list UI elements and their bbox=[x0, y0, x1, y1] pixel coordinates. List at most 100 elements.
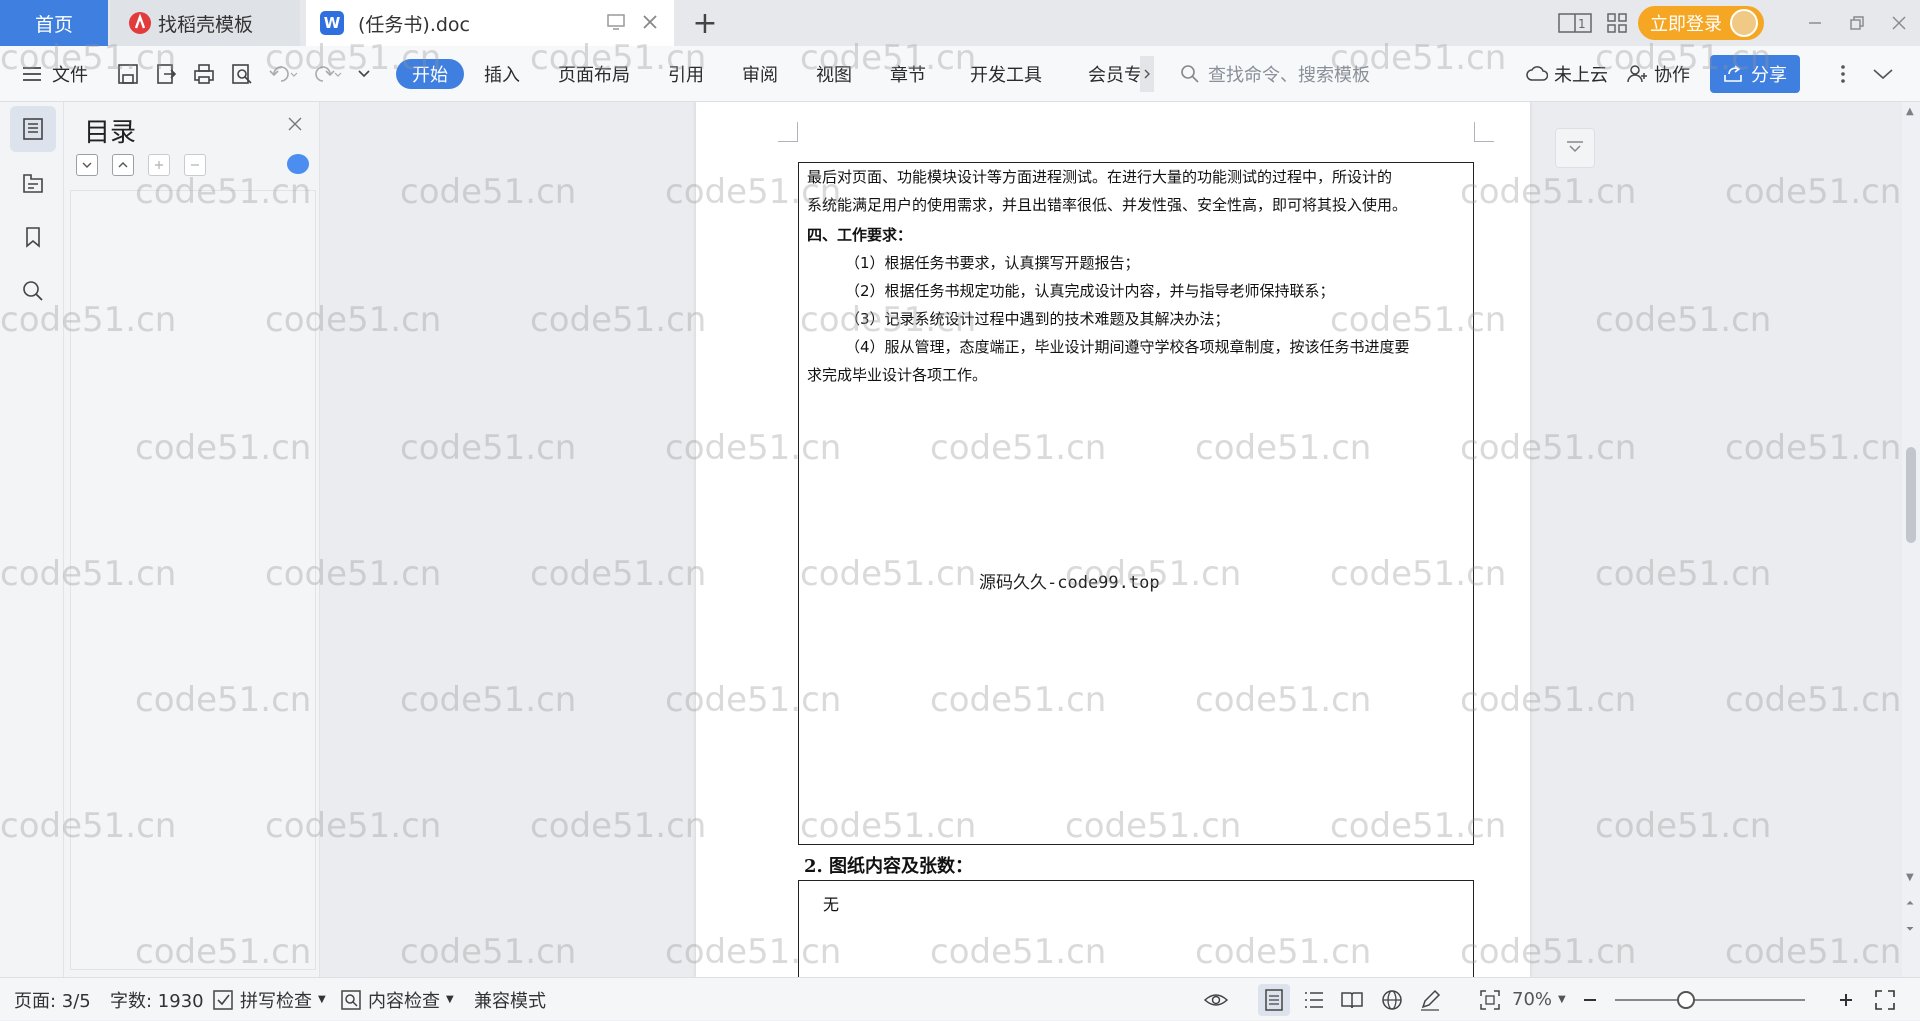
file-menu[interactable]: 文件 bbox=[22, 46, 88, 102]
eye-protection-icon[interactable] bbox=[1200, 984, 1232, 1016]
tab-document[interactable]: W (任务书).doc bbox=[306, 0, 674, 46]
cloud-status[interactable]: 未上云 bbox=[1526, 46, 1608, 102]
find-icon[interactable] bbox=[10, 268, 56, 314]
vertical-scrollbar[interactable]: ▲ ▼ ⏶ ⏷ bbox=[1902, 102, 1920, 977]
word-count[interactable]: 字数: 1930 bbox=[110, 978, 204, 1021]
print-preview-icon[interactable] bbox=[230, 62, 254, 86]
search-icon bbox=[1180, 64, 1200, 84]
compat-mode: 兼容模式 bbox=[474, 978, 546, 1021]
tab-references-label: 引用 bbox=[668, 65, 704, 86]
page-indicator[interactable]: 页面: 3/5 bbox=[14, 978, 91, 1021]
fit-page-icon[interactable] bbox=[1474, 984, 1506, 1016]
web-view-icon[interactable] bbox=[1376, 984, 1408, 1016]
new-tab-button[interactable]: + bbox=[690, 5, 720, 41]
tab-references[interactable]: 引用 bbox=[668, 46, 704, 102]
close-icon[interactable] bbox=[287, 116, 303, 132]
title-bar: 首页 找稻壳模板 W (任务书).doc + 1 立即登录 bbox=[0, 0, 1920, 46]
tab-member-label: 会员专 bbox=[1088, 65, 1142, 86]
document-canvas[interactable]: 最后对页面、功能模块设计等方面进程测试。在进行大量的功能测试的过程中，所设计的 … bbox=[320, 102, 1902, 977]
undo-icon[interactable] bbox=[268, 62, 298, 86]
requirement-item: （4）服从管理，态度端正，毕业设计期间遵守学校各项规章制度，按该任务书进度要 bbox=[845, 338, 1410, 356]
collapse-all-icon[interactable] bbox=[112, 154, 134, 176]
tab-start[interactable]: 开始 bbox=[396, 46, 464, 102]
chevron-down-icon[interactable] bbox=[356, 66, 372, 82]
compat-mode-label: 兼容模式 bbox=[474, 990, 546, 1012]
tab-page-layout[interactable]: 页面布局 bbox=[558, 46, 630, 102]
scroll-down-icon[interactable]: ▼ bbox=[1906, 872, 1914, 883]
next-page-icon[interactable]: ⏷ bbox=[1906, 924, 1914, 935]
save-icon[interactable] bbox=[116, 62, 140, 86]
fullscreen-icon[interactable] bbox=[1874, 978, 1896, 1021]
more-tabs-button[interactable] bbox=[1140, 56, 1154, 92]
tab-chapter[interactable]: 章节 bbox=[890, 46, 926, 102]
tab-template[interactable]: 找稻壳模板 bbox=[110, 0, 300, 46]
outline-toolbar bbox=[76, 154, 206, 176]
outline-panel-icon[interactable] bbox=[10, 106, 56, 152]
section-heading-drawings: 2. 图纸内容及张数： bbox=[804, 856, 974, 877]
scroll-up-icon[interactable]: ▲ bbox=[1906, 106, 1914, 117]
zoom-slider[interactable] bbox=[1615, 999, 1805, 1001]
expand-all-icon[interactable] bbox=[76, 154, 98, 176]
chapter-nav-icon[interactable] bbox=[10, 160, 56, 206]
tab-developer-label: 开发工具 bbox=[970, 65, 1042, 86]
apps-grid-icon[interactable] bbox=[1596, 0, 1638, 46]
tab-developer[interactable]: 开发工具 bbox=[970, 46, 1042, 102]
login-button[interactable]: 立即登录 bbox=[1638, 6, 1764, 40]
tab-insert[interactable]: 插入 bbox=[484, 46, 520, 102]
tab-view[interactable]: 视图 bbox=[816, 46, 852, 102]
tab-chapter-label: 章节 bbox=[890, 65, 926, 86]
remove-level-icon[interactable] bbox=[184, 154, 206, 176]
write-mode-icon[interactable] bbox=[1414, 984, 1446, 1016]
menu-bar: 文件 开始 插入 页面布局 引用 审阅 视图 章节 开发工具 会员专 查找命令、… bbox=[0, 46, 1920, 102]
collaborate-button[interactable]: 协作 bbox=[1626, 46, 1690, 102]
file-menu-label: 文件 bbox=[52, 65, 88, 86]
smart-outline-icon[interactable] bbox=[287, 154, 309, 174]
spell-check-label: 拼写检查 bbox=[240, 990, 312, 1012]
share-button[interactable]: 分享 bbox=[1710, 55, 1800, 93]
page-view-icon[interactable] bbox=[1258, 984, 1290, 1016]
section-heading: 四、工作要求： bbox=[807, 226, 913, 244]
tab-review[interactable]: 审阅 bbox=[742, 46, 778, 102]
screen-icon[interactable] bbox=[606, 12, 626, 32]
close-window-icon[interactable] bbox=[1878, 0, 1920, 46]
task-content-box: 最后对页面、功能模块设计等方面进程测试。在进行大量的功能测试的过程中，所设计的 … bbox=[798, 162, 1474, 845]
zoom-level-label: 70% bbox=[1512, 989, 1553, 1010]
minimize-icon[interactable] bbox=[1794, 0, 1836, 46]
drawings-value: 无 bbox=[823, 895, 840, 914]
close-tab-icon[interactable] bbox=[640, 12, 660, 32]
layout-icon[interactable]: 1 bbox=[1554, 0, 1596, 46]
more-options-icon[interactable] bbox=[1840, 46, 1846, 102]
scroll-thumb[interactable] bbox=[1906, 447, 1916, 543]
zoom-slider-thumb[interactable] bbox=[1677, 991, 1695, 1009]
tab-home[interactable]: 首页 bbox=[0, 0, 108, 46]
zoom-out-icon[interactable] bbox=[1582, 978, 1598, 1021]
reading-view-icon[interactable] bbox=[1336, 984, 1368, 1016]
zoom-level[interactable]: 70% ▼ bbox=[1512, 978, 1566, 1021]
plus-icon: + bbox=[692, 5, 718, 41]
filter-icon[interactable] bbox=[1555, 128, 1595, 168]
prev-page-icon[interactable]: ⏶ bbox=[1906, 898, 1914, 909]
collapse-ribbon-icon[interactable] bbox=[1872, 46, 1894, 102]
outline-title: 目录 bbox=[84, 118, 137, 148]
login-label: 立即登录 bbox=[1650, 14, 1722, 35]
bookmark-icon[interactable] bbox=[10, 214, 56, 260]
caret-down-icon: ▼ bbox=[1558, 994, 1566, 1005]
document-page[interactable]: 最后对页面、功能模块设计等方面进程测试。在进行大量的功能测试的过程中，所设计的 … bbox=[696, 102, 1530, 977]
outline-list bbox=[70, 190, 316, 970]
redo-icon[interactable] bbox=[312, 62, 342, 86]
add-level-icon[interactable] bbox=[148, 154, 170, 176]
spell-check-button[interactable]: 拼写检查 ▼ bbox=[212, 978, 326, 1021]
content-check-button[interactable]: 内容检查 ▼ bbox=[340, 978, 454, 1021]
export-icon[interactable] bbox=[154, 62, 178, 86]
outline-view-icon[interactable] bbox=[1298, 984, 1330, 1016]
requirement-item: （2）根据任务书规定功能，认真完成设计内容，并与指导老师保持联系； bbox=[845, 282, 1335, 300]
search-placeholder: 查找命令、搜索模板 bbox=[1208, 65, 1370, 86]
tab-home-label: 首页 bbox=[34, 13, 73, 36]
restore-icon[interactable] bbox=[1836, 0, 1878, 46]
side-rail bbox=[0, 102, 64, 977]
paragraph-line: 最后对页面、功能模块设计等方面进程测试。在进行大量的功能测试的过程中，所设计的 bbox=[807, 168, 1393, 186]
content-check-icon bbox=[340, 989, 362, 1011]
print-icon[interactable] bbox=[192, 62, 216, 86]
zoom-in-icon[interactable] bbox=[1838, 978, 1854, 1021]
command-search[interactable]: 查找命令、搜索模板 bbox=[1180, 58, 1370, 90]
